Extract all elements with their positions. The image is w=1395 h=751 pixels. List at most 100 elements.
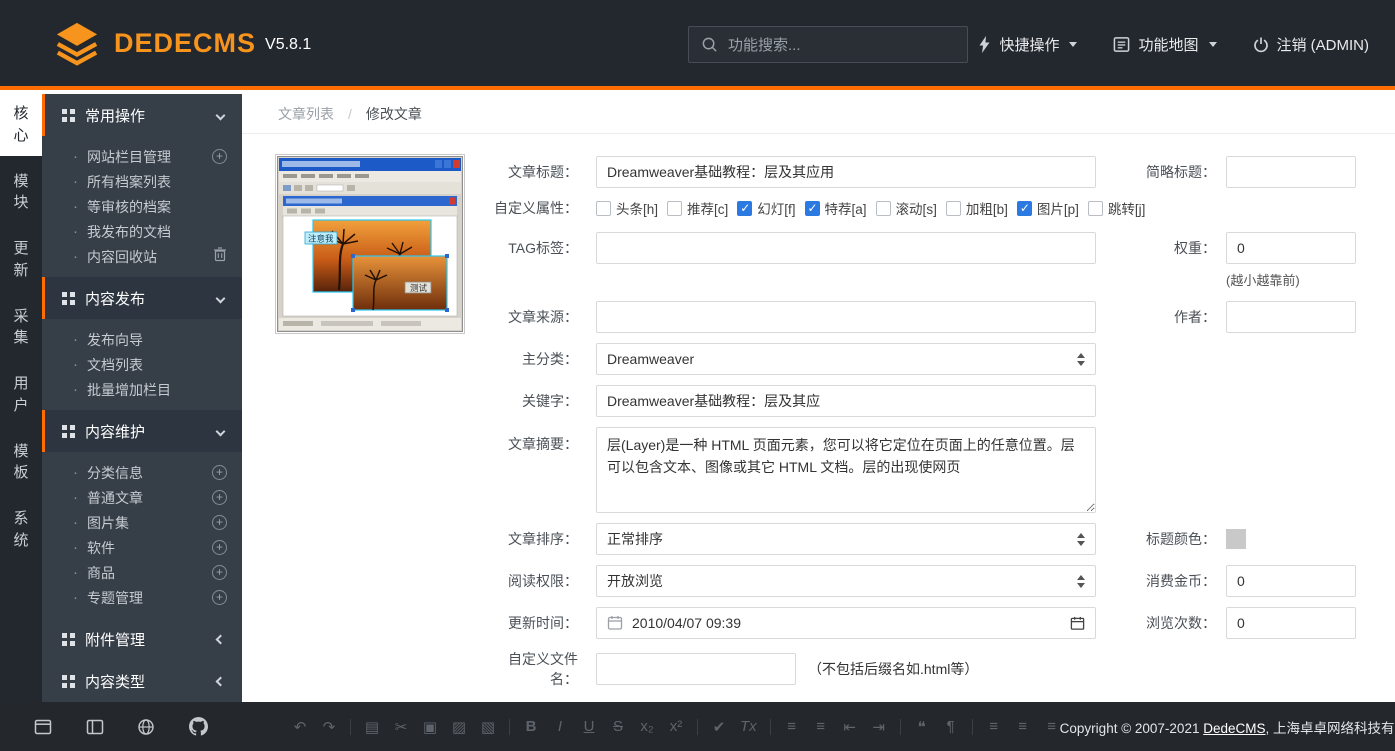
function-map-menu[interactable]: 功能地图 <box>1113 34 1216 55</box>
global-search[interactable]: 功能搜索... <box>688 26 968 63</box>
copy-icon[interactable]: ▣ <box>422 718 438 736</box>
bold-icon[interactable]: B <box>523 718 539 735</box>
sidebar-item-batch-add-columns[interactable]: 批量增加栏目 <box>42 377 242 402</box>
breadcrumb-article-list[interactable]: 文章列表 <box>278 104 334 124</box>
underline-icon[interactable]: U <box>581 718 597 735</box>
flag-bold[interactable]: 加粗[b] <box>946 198 1008 218</box>
rail-item-users[interactable]: 用户 <box>0 364 42 426</box>
layout-icon[interactable] <box>86 718 104 736</box>
unordered-list-icon[interactable]: ≡ <box>813 718 829 735</box>
cut-icon[interactable]: ✂ <box>393 718 409 736</box>
source-icon[interactable]: ▤ <box>364 718 380 736</box>
flag-jump[interactable]: 跳转[j] <box>1088 198 1146 218</box>
checkbox-icon[interactable] <box>1088 201 1103 216</box>
access-select[interactable]: 开放浏览 <box>596 565 1096 597</box>
checkbox-icon[interactable] <box>805 201 820 216</box>
short-title-input[interactable] <box>1226 156 1356 188</box>
rail-item-core[interactable]: 核心 <box>0 94 42 156</box>
category-select[interactable]: Dreamweaver <box>596 343 1096 375</box>
summary-textarea[interactable]: 层(Layer)是一种 HTML 页面元素，您可以将它定位在页面上的任意位置。层… <box>596 427 1096 513</box>
strikethrough-icon[interactable]: S <box>610 718 626 735</box>
add-icon[interactable]: + <box>212 149 227 164</box>
ordered-list-icon[interactable]: ≡ <box>784 718 800 735</box>
window-icon[interactable] <box>34 718 52 736</box>
sidebar-item-all-archives[interactable]: 所有档案列表 <box>42 169 242 194</box>
blockquote-icon[interactable]: ❝ <box>914 718 930 736</box>
coin-input[interactable] <box>1226 565 1356 597</box>
checkbox-icon[interactable] <box>737 201 752 216</box>
sidebar-item-publish-wizard[interactable]: 发布向导 <box>42 327 242 352</box>
add-icon[interactable]: + <box>212 540 227 555</box>
date-picker-icon[interactable] <box>1070 616 1085 631</box>
paragraph-icon[interactable]: ¶ <box>943 718 959 735</box>
source-input[interactable] <box>596 301 1096 333</box>
views-input[interactable] <box>1226 607 1356 639</box>
sidebar-item-document-list[interactable]: 文档列表 <box>42 352 242 377</box>
align-center-icon[interactable]: ≡ <box>1015 718 1031 735</box>
flag-slide[interactable]: 幻灯[f] <box>737 198 795 218</box>
sidebar-item-pending-archives[interactable]: 等审核的档案 <box>42 194 242 219</box>
quick-actions-menu[interactable]: 快捷操作 <box>978 34 1077 55</box>
keywords-input[interactable] <box>596 385 1096 417</box>
remove-format-icon[interactable]: Tx <box>740 718 757 735</box>
checkbox-icon[interactable] <box>596 201 611 216</box>
dedecms-link[interactable]: DedeCMS <box>1203 721 1265 736</box>
spellcheck-icon[interactable]: ✔ <box>711 718 727 736</box>
sidebar-item-image-gallery[interactable]: 图片集+ <box>42 510 242 535</box>
add-icon[interactable]: + <box>212 515 227 530</box>
title-input[interactable] <box>596 156 1096 188</box>
sidebar-item-my-documents[interactable]: 我发布的文档 <box>42 219 242 244</box>
logo[interactable]: DEDECMS V5.8.1 <box>54 20 311 66</box>
sidebar-item-software[interactable]: 软件+ <box>42 535 242 560</box>
update-time-input[interactable]: 2010/04/07 09:39 <box>596 607 1096 639</box>
superscript-icon[interactable]: x² <box>668 718 684 735</box>
section-common-operations[interactable]: 常用操作 <box>42 94 242 136</box>
flag-special[interactable]: 特荐[a] <box>805 198 867 218</box>
add-icon[interactable]: + <box>212 565 227 580</box>
title-color-swatch[interactable] <box>1226 529 1246 549</box>
rail-item-templates[interactable]: 模板 <box>0 432 42 494</box>
sort-select[interactable]: 正常排序 <box>596 523 1096 555</box>
filename-input[interactable] <box>596 653 796 685</box>
tags-input[interactable] <box>596 232 1096 264</box>
flag-headline[interactable]: 头条[h] <box>596 198 658 218</box>
section-content-publish[interactable]: 内容发布 <box>42 277 242 319</box>
checkbox-icon[interactable] <box>667 201 682 216</box>
sidebar-item-recycle-bin[interactable]: 内容回收站 <box>42 244 242 269</box>
checkbox-icon[interactable] <box>946 201 961 216</box>
align-left-icon[interactable]: ≡ <box>986 718 1002 735</box>
checkbox-icon[interactable] <box>1017 201 1032 216</box>
sidebar-item-product[interactable]: 商品+ <box>42 560 242 585</box>
author-input[interactable] <box>1226 301 1356 333</box>
add-icon[interactable]: + <box>212 590 227 605</box>
subscript-icon[interactable]: x₂ <box>639 718 655 735</box>
section-content-types[interactable]: 内容类型 <box>42 660 242 702</box>
logout-button[interactable]: 注销 (ADMIN) <box>1253 34 1370 55</box>
redo-icon[interactable]: ↷ <box>321 718 337 736</box>
add-icon[interactable]: + <box>212 465 227 480</box>
section-attachment-management[interactable]: 附件管理 <box>42 618 242 660</box>
rail-item-modules[interactable]: 模块 <box>0 162 42 224</box>
undo-icon[interactable]: ↶ <box>292 718 308 736</box>
weight-input[interactable] <box>1226 232 1356 264</box>
flag-picture[interactable]: 图片[p] <box>1017 198 1079 218</box>
rail-item-update[interactable]: 更新 <box>0 229 42 291</box>
github-icon[interactable] <box>189 717 208 736</box>
paste-word-icon[interactable]: ▧ <box>480 718 496 736</box>
section-content-maintenance[interactable]: 内容维护 <box>42 410 242 452</box>
rail-item-system[interactable]: 系统 <box>0 499 42 561</box>
sidebar-item-topic-management[interactable]: 专题管理+ <box>42 585 242 610</box>
indent-icon[interactable]: ⇥ <box>871 718 887 736</box>
checkbox-icon[interactable] <box>876 201 891 216</box>
sidebar-item-normal-article[interactable]: 普通文章+ <box>42 485 242 510</box>
add-icon[interactable]: + <box>212 490 227 505</box>
align-right-icon[interactable]: ≡ <box>1044 718 1060 735</box>
flag-scroll[interactable]: 滚动[s] <box>876 198 937 218</box>
italic-icon[interactable]: I <box>552 718 568 735</box>
sidebar-item-classified-info[interactable]: 分类信息+ <box>42 460 242 485</box>
sidebar-item-site-columns[interactable]: 网站栏目管理+ <box>42 144 242 169</box>
globe-icon[interactable] <box>137 718 155 736</box>
outdent-icon[interactable]: ⇤ <box>842 718 858 736</box>
rail-item-collect[interactable]: 采集 <box>0 297 42 359</box>
paste-icon[interactable]: ▨ <box>451 718 467 736</box>
